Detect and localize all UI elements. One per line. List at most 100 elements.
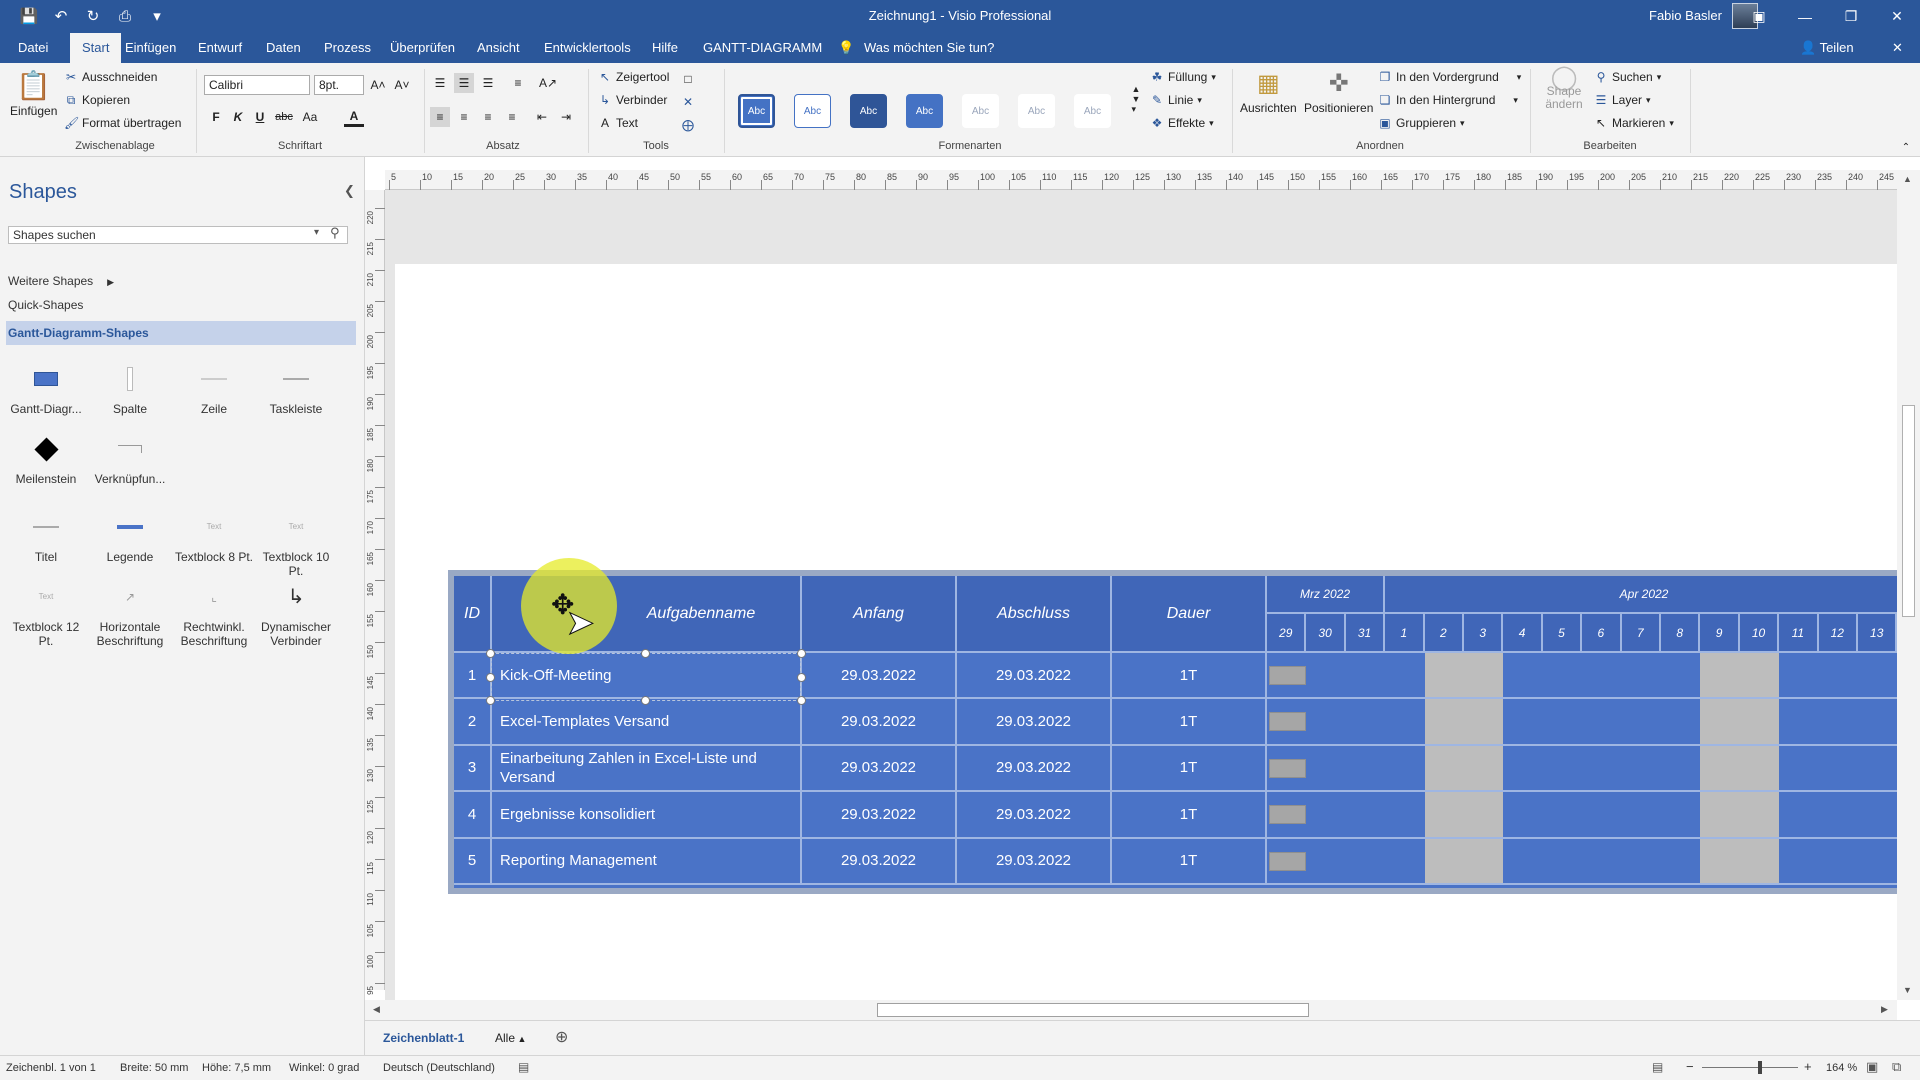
cell-start[interactable]: 29.03.2022 (802, 745, 957, 793)
cell-task-name[interactable]: Reporting Management (492, 838, 802, 885)
change-case-button[interactable]: Aa (300, 107, 320, 127)
search-icon[interactable]: ⚲ (330, 225, 340, 241)
cell-duration[interactable]: 1T (1112, 699, 1267, 746)
stencil-textblock-12[interactable]: Text Textblock 12 Pt. (4, 580, 88, 648)
style-swatch[interactable]: Abc (738, 94, 775, 128)
selection-handle[interactable] (486, 649, 495, 658)
all-sheets-button[interactable]: Alle ▲ (495, 1031, 526, 1045)
tab-hilfe[interactable]: Hilfe (650, 33, 680, 63)
day-header[interactable]: 6 (1582, 614, 1622, 653)
cell-start[interactable]: 29.03.2022 (802, 699, 957, 746)
close-document-icon[interactable]: ✕ (1890, 33, 1905, 63)
cell-id[interactable]: 3 (454, 745, 492, 793)
macro-record-icon[interactable]: ▤ (518, 1060, 529, 1074)
cut-button[interactable]: ✂ Ausschneiden (64, 70, 157, 84)
font-name-combo[interactable]: Calibri (204, 75, 310, 95)
zoom-in-icon[interactable]: + (1804, 1059, 1812, 1074)
align-left-icon[interactable]: ≡ (430, 107, 450, 127)
style-swatch[interactable]: Abc (1074, 94, 1111, 128)
day-header[interactable]: 2 (1424, 614, 1464, 653)
language[interactable]: Deutsch (Deutschland) (383, 1062, 495, 1074)
selection-handle[interactable] (797, 696, 806, 705)
share-button[interactable]: 👤 Teilen (1798, 33, 1856, 63)
day-header[interactable]: 9 (1700, 614, 1740, 653)
selection-box[interactable] (491, 653, 801, 701)
select-button[interactable]: ↖ Markieren ▾ (1594, 116, 1674, 130)
minimize-icon[interactable]: — (1782, 0, 1828, 33)
find-button[interactable]: ⚲ Suchen ▾ (1594, 70, 1662, 84)
category-gantt-shapes[interactable]: Gantt-Diagramm-Shapes (6, 321, 356, 345)
scroll-right-icon[interactable]: ▶ (1881, 1004, 1888, 1015)
fit-page-icon[interactable]: ▣ (1866, 1059, 1878, 1075)
cell-start[interactable]: 29.03.2022 (802, 653, 957, 700)
strikethrough-button[interactable]: abc (274, 107, 294, 127)
tab-ansicht[interactable]: Ansicht (475, 33, 522, 63)
cell-duration[interactable]: 1T (1112, 745, 1267, 793)
tab-einfuegen[interactable]: Einfügen (123, 33, 178, 63)
shape-height[interactable]: Höhe: 7,5 mm (202, 1062, 271, 1074)
cell-duration[interactable]: 1T (1112, 653, 1267, 700)
delete-connector-icon[interactable]: ✕ (678, 92, 698, 112)
text-tool-button[interactable]: A Text (598, 116, 638, 130)
rectangle-icon[interactable]: □ (678, 69, 698, 89)
italic-button[interactable]: K (228, 107, 248, 127)
connection-point-icon[interactable]: ⨁ (678, 115, 698, 135)
style-swatch[interactable]: Abc (1018, 94, 1055, 128)
close-icon[interactable]: ✕ (1874, 0, 1920, 33)
align-top-icon[interactable]: ☰ (430, 73, 450, 93)
stencil-taskbar[interactable]: Taskleiste (254, 362, 338, 416)
selection-handle[interactable] (486, 696, 495, 705)
tab-datei[interactable]: Datei (16, 33, 50, 63)
align-center-icon[interactable]: ≡ (454, 107, 474, 127)
cell-task-name[interactable]: Ergebnisse konsolidiert (492, 792, 802, 839)
header-end[interactable]: Abschluss (957, 576, 1112, 653)
user-name[interactable]: Fabio Basler (1649, 8, 1722, 23)
shape-width[interactable]: Breite: 50 mm (120, 1062, 188, 1074)
tab-prozess[interactable]: Prozess (322, 33, 373, 63)
day-header[interactable]: 12 (1818, 614, 1858, 653)
add-sheet-icon[interactable]: ⊕ (555, 1027, 568, 1047)
stencil-gantt[interactable]: Gantt-Diagr... (4, 362, 88, 416)
selection-handle[interactable] (641, 649, 650, 658)
quick-shapes-item[interactable]: Quick-Shapes (8, 298, 83, 312)
text-direction-icon[interactable]: A↗ (538, 73, 558, 93)
cell-end[interactable]: 29.03.2022 (957, 653, 1112, 700)
cell-end[interactable]: 29.03.2022 (957, 838, 1112, 885)
tab-start[interactable]: Start (70, 33, 122, 63)
zoom-slider-thumb[interactable] (1758, 1061, 1762, 1074)
align-middle-icon[interactable]: ☰ (454, 73, 474, 93)
stencil-textblock-10[interactable]: Text Textblock 10 Pt. (254, 510, 338, 578)
zoom-slider[interactable] (1702, 1067, 1798, 1068)
shapes-search-input[interactable]: Shapes suchen (8, 226, 348, 244)
shrink-font-icon[interactable]: A˅ (392, 75, 412, 95)
change-shape-button[interactable]: ◯ Shape ändern (1544, 66, 1584, 111)
scroll-thumb[interactable] (877, 1003, 1309, 1017)
page-count[interactable]: Zeichenbl. 1 von 1 (6, 1062, 96, 1074)
vertical-scrollbar[interactable]: ▲ ▼ (1897, 170, 1920, 1000)
selection-handle[interactable] (641, 696, 650, 705)
tell-me-box[interactable]: Was möchten Sie tun? (862, 33, 996, 63)
align-right-icon[interactable]: ≡ (478, 107, 498, 127)
style-swatch[interactable]: Abc (962, 94, 999, 128)
header-id[interactable]: ID (454, 576, 492, 653)
stencil-milestone[interactable]: Meilenstein (4, 432, 88, 486)
scroll-up-icon[interactable]: ▲ (1903, 174, 1912, 184)
format-painter-button[interactable]: 🖌 Format übertragen (64, 116, 181, 130)
stencil-link[interactable]: Verknüpfun... (88, 432, 172, 486)
pointer-tool-button[interactable]: ↖ Zeigertool (598, 70, 669, 84)
layer-button[interactable]: ☰ Layer ▾ (1594, 93, 1651, 107)
bring-front-button[interactable]: ❐ In den Vordergrund ▾ (1378, 70, 1522, 84)
underline-button[interactable]: U (250, 107, 270, 127)
collapse-panel-icon[interactable]: ❮ (344, 183, 355, 199)
sheet-tab-active[interactable]: Zeichenblatt-1 (383, 1031, 464, 1045)
task-bar[interactable] (1269, 712, 1307, 732)
cell-task-name[interactable]: Excel-Templates Versand (492, 699, 802, 746)
zoom-level[interactable]: 164 % (1826, 1062, 1857, 1074)
task-bar[interactable] (1269, 805, 1307, 825)
stencil-dynamic-connector[interactable]: ↳ Dynamischer Verbinder (254, 580, 338, 648)
scroll-thumb[interactable] (1902, 405, 1915, 617)
cell-id[interactable]: 4 (454, 792, 492, 839)
header-duration[interactable]: Dauer (1112, 576, 1267, 653)
more-shapes-item[interactable]: Weitere Shapes ▶ (8, 274, 114, 288)
stencil-textblock-8[interactable]: Text Textblock 8 Pt. (172, 510, 256, 564)
